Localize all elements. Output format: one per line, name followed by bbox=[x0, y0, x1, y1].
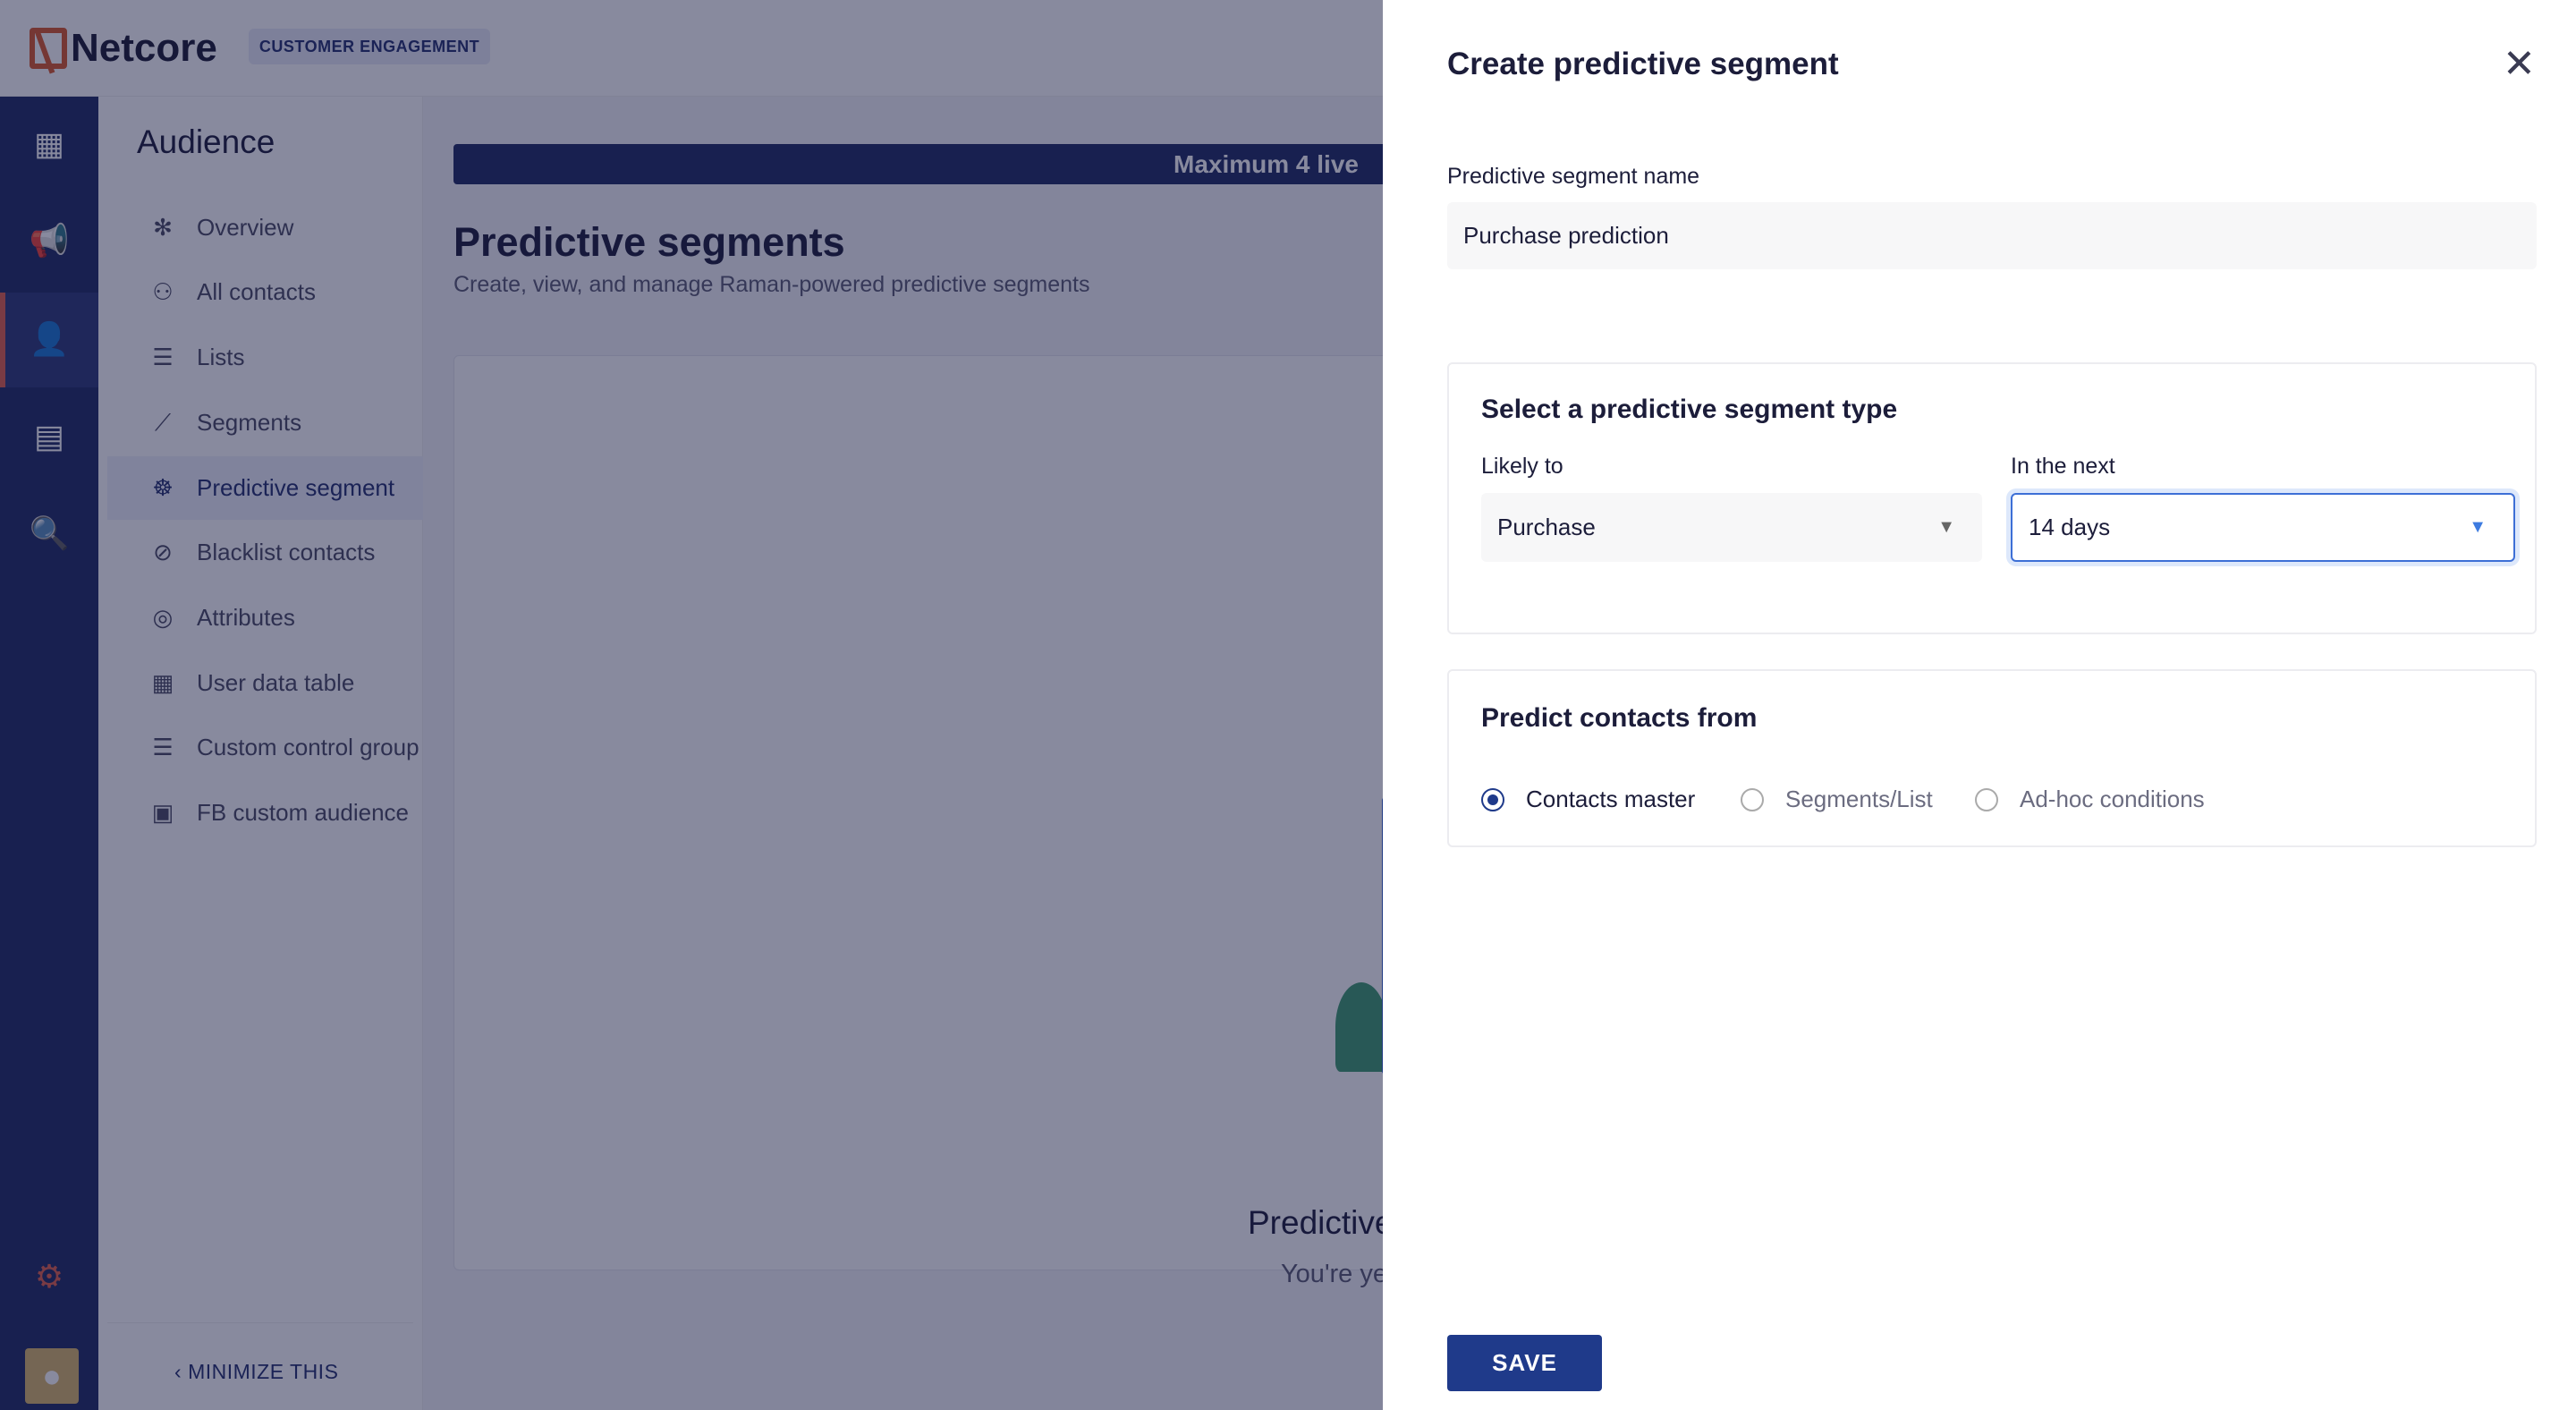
segment-type-heading: Select a predictive segment type bbox=[1481, 395, 1898, 424]
radio-unchecked-icon bbox=[1741, 787, 1764, 811]
caret-down-icon: ▼ bbox=[1937, 517, 1955, 537]
create-predictive-segment-panel: Create predictive segment ✕ Predictive s… bbox=[1383, 0, 2576, 1410]
in-the-next-select[interactable]: 14 days ▼ bbox=[2011, 493, 2515, 562]
modal-backdrop[interactable] bbox=[0, 0, 1383, 1410]
predict-from-card: Predict contacts from Contacts master Se… bbox=[1447, 669, 2537, 847]
radio-segments-list[interactable]: Segments/List bbox=[1741, 786, 1933, 813]
radio-ad-hoc-conditions[interactable]: Ad-hoc conditions bbox=[1975, 786, 2205, 813]
close-icon[interactable]: ✕ bbox=[2503, 45, 2536, 84]
segment-name-label: Predictive segment name bbox=[1447, 164, 1700, 189]
predict-from-heading: Predict contacts from bbox=[1481, 703, 1758, 733]
save-button[interactable]: SAVE bbox=[1447, 1335, 1602, 1391]
radio-label: Segments/List bbox=[1785, 786, 1933, 812]
radio-label: Contacts master bbox=[1526, 786, 1696, 812]
likely-to-value: Purchase bbox=[1497, 514, 1596, 540]
segment-type-card: Select a predictive segment type Likely … bbox=[1447, 362, 2537, 634]
segment-name-input[interactable] bbox=[1447, 202, 2537, 269]
radio-label: Ad-hoc conditions bbox=[2020, 786, 2205, 812]
radio-checked-icon bbox=[1481, 787, 1504, 811]
likely-to-select[interactable]: Purchase ▼ bbox=[1481, 493, 1982, 562]
radio-contacts-master[interactable]: Contacts master bbox=[1481, 786, 1695, 813]
in-the-next-label: In the next bbox=[2011, 454, 2115, 479]
radio-unchecked-icon bbox=[1975, 787, 1998, 811]
caret-down-icon: ▼ bbox=[2469, 517, 2487, 537]
likely-to-label: Likely to bbox=[1481, 454, 1563, 479]
in-the-next-value: 14 days bbox=[2029, 514, 2111, 540]
panel-title: Create predictive segment bbox=[1447, 47, 1839, 81]
